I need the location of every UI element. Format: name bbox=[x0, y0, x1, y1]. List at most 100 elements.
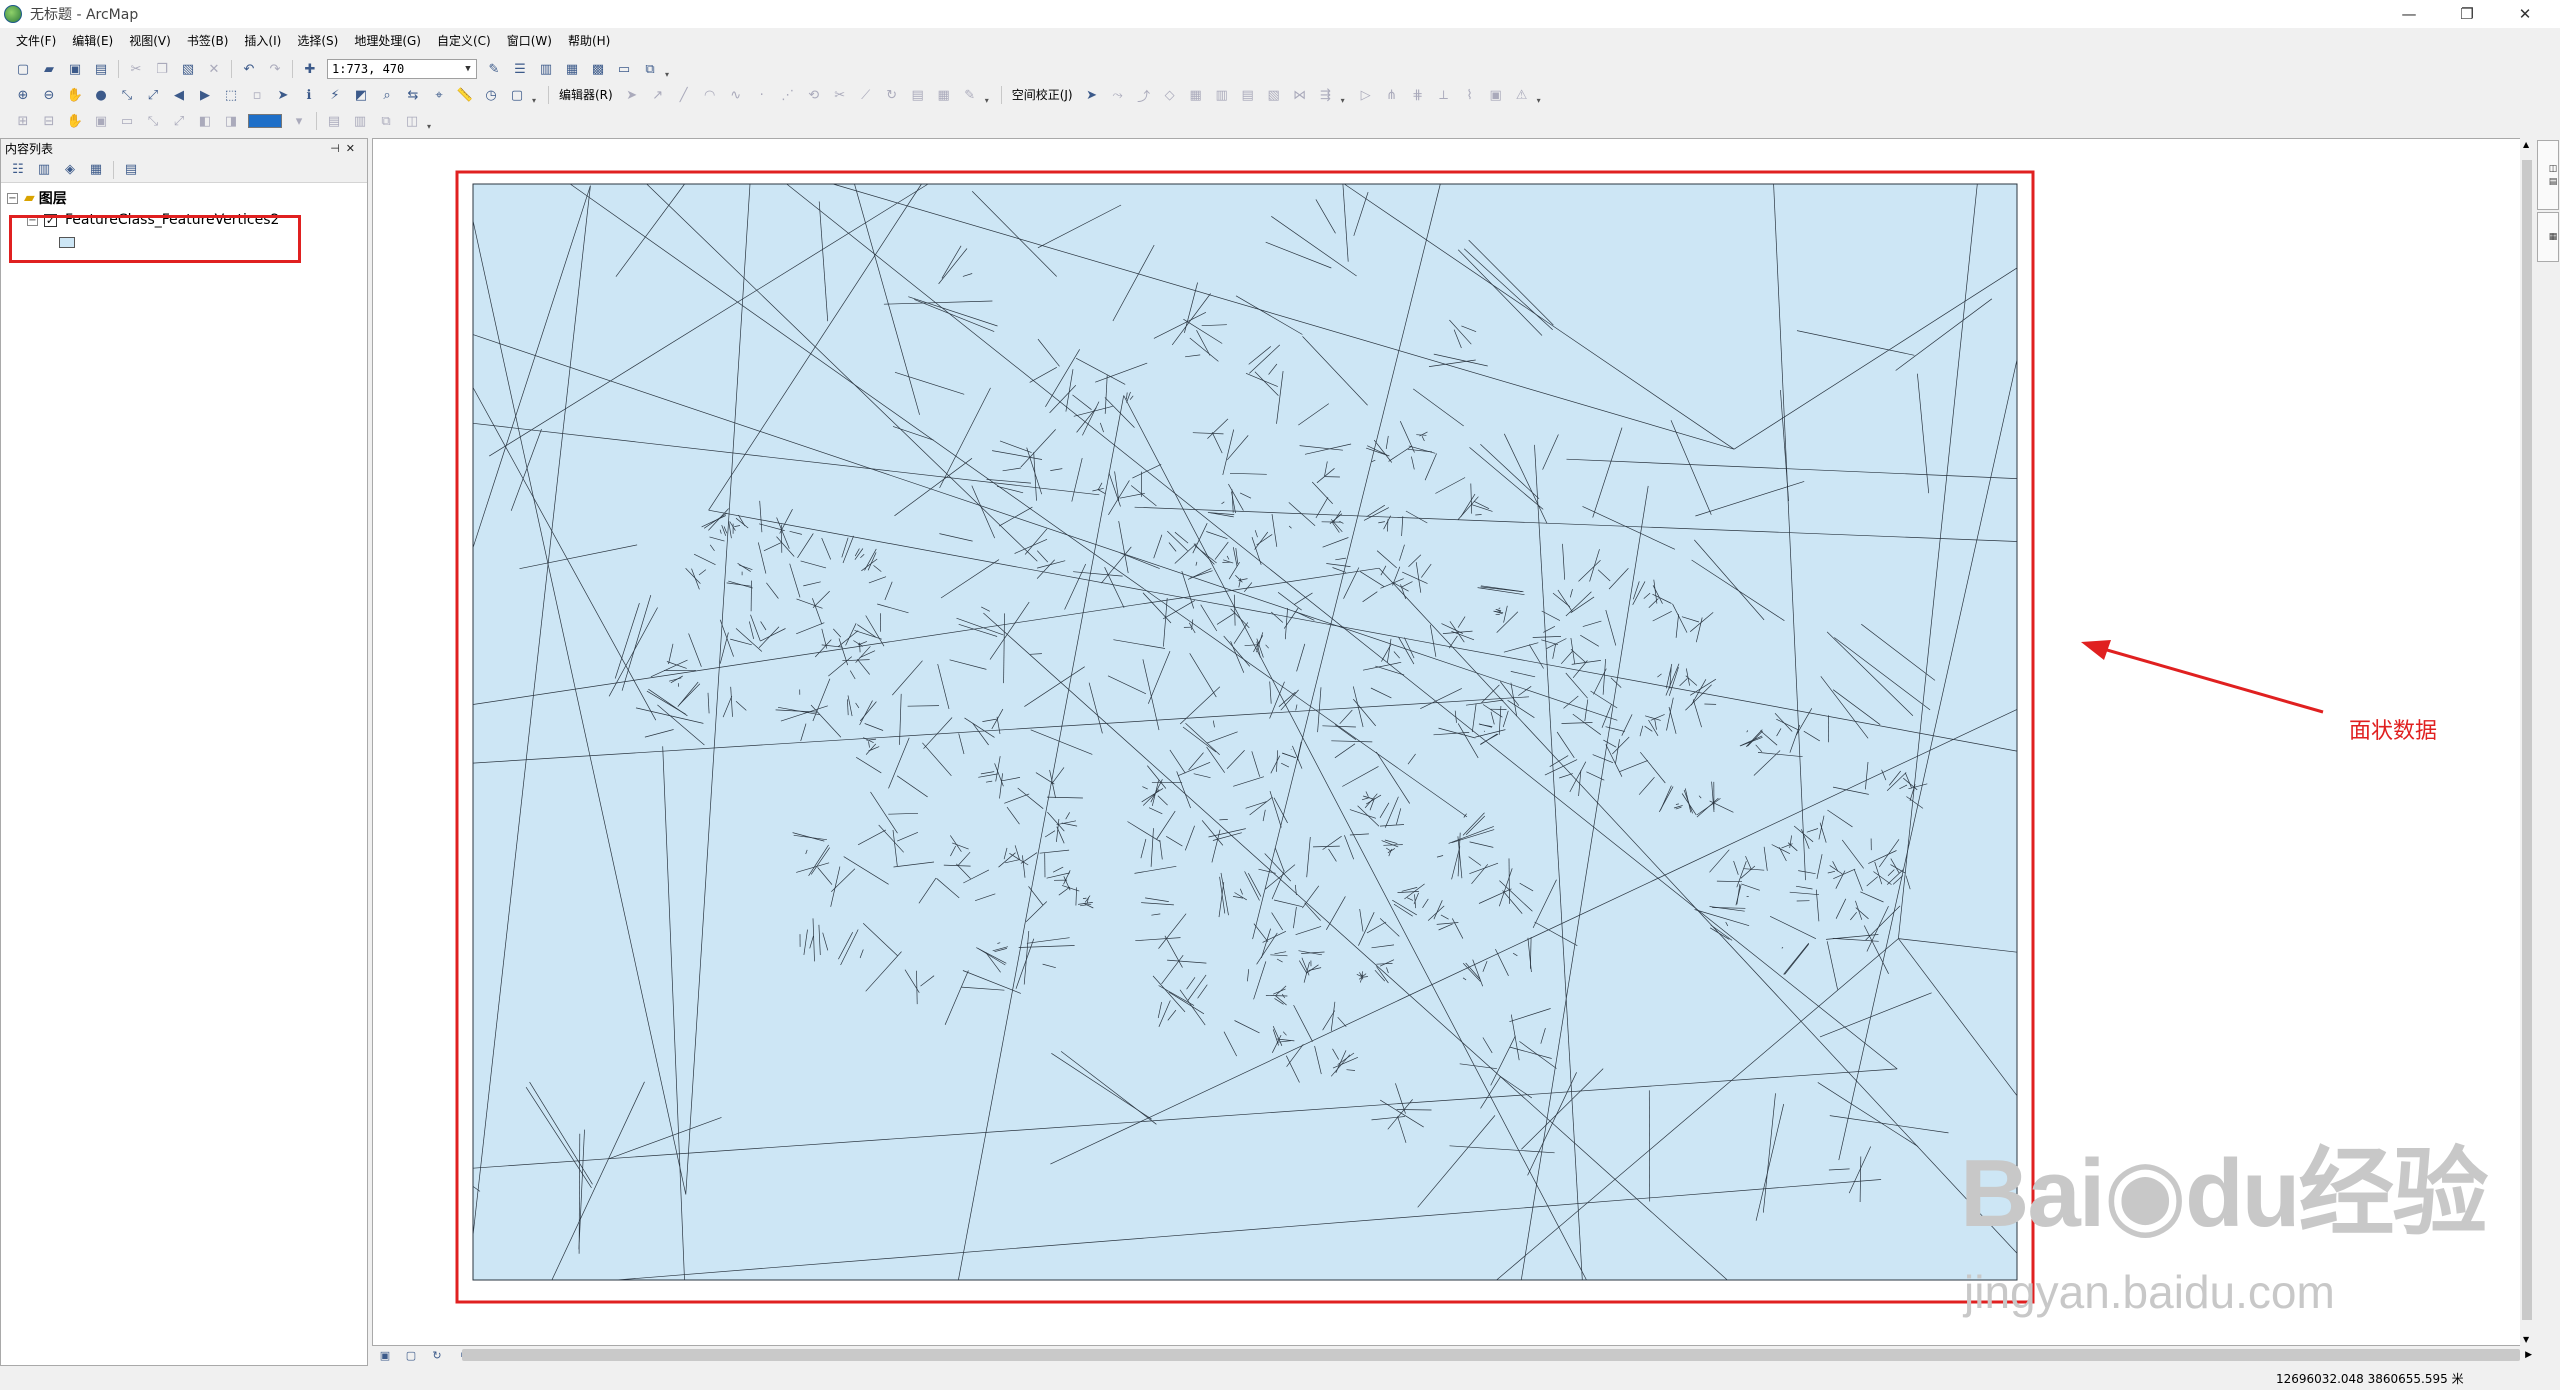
chevron-down-icon[interactable]: ▾ bbox=[289, 111, 309, 131]
point-icon[interactable]: · bbox=[752, 85, 772, 105]
split-icon[interactable]: ⟋ bbox=[856, 85, 876, 105]
collapse-icon[interactable]: − bbox=[7, 192, 18, 204]
search-window-icon[interactable]: ▦ bbox=[562, 59, 582, 79]
trace-icon[interactable]: ∿ bbox=[726, 85, 746, 105]
fill-color-swatch[interactable] bbox=[248, 114, 282, 128]
toolbar-grip[interactable]: ▾ bbox=[983, 85, 991, 105]
toolbar-grip[interactable]: ▾ bbox=[1535, 85, 1543, 105]
new-identity-link-icon[interactable]: ▥ bbox=[1212, 85, 1232, 105]
html-popup-icon[interactable]: ◩ bbox=[351, 85, 371, 105]
table-of-contents-icon[interactable]: ☰ bbox=[510, 59, 530, 79]
zoom-in-icon[interactable]: ⊕ bbox=[13, 85, 33, 105]
time-slider-icon[interactable]: ◷ bbox=[481, 85, 501, 105]
cut-polygons-icon[interactable]: ✂ bbox=[830, 85, 850, 105]
zoom-100-icon[interactable]: ▭ bbox=[117, 111, 137, 131]
change-layout-icon[interactable]: ⧉ bbox=[376, 111, 396, 131]
vertical-scroll-thumb[interactable] bbox=[2522, 160, 2532, 1320]
map-scale-combobox[interactable]: 1:773, 470 ▼ bbox=[327, 59, 477, 79]
menu-selection[interactable]: 选择(S) bbox=[289, 30, 346, 52]
menu-insert[interactable]: 插入(I) bbox=[236, 30, 289, 52]
select-elements-icon[interactable]: ➤ bbox=[1082, 85, 1102, 105]
endpoint-arc-icon[interactable]: ◠ bbox=[700, 85, 720, 105]
menu-view[interactable]: 视图(V) bbox=[121, 30, 179, 52]
focus-data-frame-icon[interactable]: ▥ bbox=[350, 111, 370, 131]
catalog-dock-tab[interactable]: ◫ ▤ bbox=[2537, 140, 2559, 210]
tree-row-root[interactable]: − ▰ 图层 bbox=[1, 187, 367, 209]
fixed-zoom-in-icon[interactable]: ⤡ bbox=[117, 85, 137, 105]
menu-bookmarks[interactable]: 书签(B) bbox=[179, 30, 237, 52]
data-driven-pages-icon[interactable]: ◫ bbox=[402, 111, 422, 131]
fixed-zoom-out-icon[interactable]: ⤢ bbox=[143, 85, 163, 105]
zoom-out-icon[interactable]: ⊖ bbox=[39, 85, 59, 105]
scroll-right-icon[interactable]: ▶ bbox=[2525, 1350, 2532, 1360]
align-edge-icon[interactable]: ⟂ bbox=[1434, 85, 1454, 105]
menu-file[interactable]: 文件(F) bbox=[8, 30, 64, 52]
menu-help[interactable]: 帮助(H) bbox=[560, 30, 618, 52]
select-elements-icon[interactable]: ➤ bbox=[273, 85, 293, 105]
identify-icon[interactable]: ℹ bbox=[299, 85, 319, 105]
list-by-visibility-icon[interactable]: ◈ bbox=[60, 160, 80, 180]
find-icon[interactable]: ⌕ bbox=[377, 85, 397, 105]
toolbar-grip[interactable]: ▾ bbox=[425, 111, 433, 131]
fixed-zoom-out-icon[interactable]: ⤢ bbox=[169, 111, 189, 131]
print-icon[interactable]: ▤ bbox=[91, 59, 111, 79]
add-data-icon[interactable]: ✚ bbox=[300, 59, 320, 79]
attributes-icon[interactable]: ▤ bbox=[908, 85, 928, 105]
copy-icon[interactable]: ❐ bbox=[152, 59, 172, 79]
create-viewer-icon[interactable]: ▢ bbox=[507, 85, 527, 105]
horizontal-scroll-thumb[interactable] bbox=[462, 1349, 2520, 1361]
model-builder-icon[interactable]: ⧉ bbox=[640, 59, 660, 79]
maximize-icon[interactable]: ❐ bbox=[2444, 0, 2490, 28]
back-extent-icon[interactable]: ◀ bbox=[169, 85, 189, 105]
clear-selection-icon[interactable]: ▫ bbox=[247, 85, 267, 105]
map-vertical-scrollbar[interactable]: ▲ ▼ bbox=[2520, 138, 2534, 1346]
toolbar-grip[interactable]: ▾ bbox=[530, 85, 538, 105]
edit-vertices-icon[interactable]: ⋰ bbox=[778, 85, 798, 105]
measure-icon[interactable]: 📏 bbox=[455, 85, 475, 105]
delete-icon[interactable]: ✕ bbox=[204, 59, 224, 79]
editor-toolbar-icon[interactable]: ✎ bbox=[484, 59, 504, 79]
reshape-icon[interactable]: ⟲ bbox=[804, 85, 824, 105]
paste-icon[interactable]: ▧ bbox=[178, 59, 198, 79]
refresh-icon[interactable]: ↻ bbox=[427, 1345, 447, 1365]
editor-menu[interactable]: 编辑器(R) bbox=[553, 85, 619, 105]
toc-pin-close-controls[interactable]: ⊣✕ bbox=[330, 142, 361, 155]
zoom-whole-page-icon[interactable]: ▣ bbox=[91, 111, 111, 131]
error-inspector-icon[interactable]: ⚠ bbox=[1512, 85, 1532, 105]
multiple-links-icon[interactable]: ◇ bbox=[1160, 85, 1180, 105]
find-route-icon[interactable]: ⇆ bbox=[403, 85, 423, 105]
map-topology-icon[interactable]: ⋔ bbox=[1382, 85, 1402, 105]
edit-tool-icon[interactable]: ➤ bbox=[622, 85, 642, 105]
new-limited-area-icon[interactable]: ▤ bbox=[1238, 85, 1258, 105]
edit-annotation-icon[interactable]: ↗ bbox=[648, 85, 668, 105]
undo-icon[interactable]: ↶ bbox=[239, 59, 259, 79]
toolbar-grip[interactable]: ▾ bbox=[1339, 85, 1347, 105]
list-by-drawing-order-icon[interactable]: ☷ bbox=[8, 160, 28, 180]
menu-window[interactable]: 窗口(W) bbox=[499, 30, 560, 52]
layout-zoom-out-icon[interactable]: ⊟ bbox=[39, 111, 59, 131]
catalog-icon[interactable]: ▥ bbox=[536, 59, 556, 79]
generalize-icon[interactable]: ⌇ bbox=[1460, 85, 1480, 105]
toc-options-icon[interactable]: ▤ bbox=[121, 160, 141, 180]
layout-view-icon[interactable]: ▢ bbox=[401, 1345, 421, 1365]
go-forward-extent-icon[interactable]: ◨ bbox=[221, 111, 241, 131]
view-link-table-icon[interactable]: ▦ bbox=[1186, 85, 1206, 105]
select-features-icon[interactable]: ⬚ bbox=[221, 85, 241, 105]
list-by-source-icon[interactable]: ▥ bbox=[34, 160, 54, 180]
arctoolbox-icon[interactable]: ▩ bbox=[588, 59, 608, 79]
open-folder-icon[interactable]: ▰ bbox=[39, 59, 59, 79]
redo-icon[interactable]: ↷ bbox=[265, 59, 285, 79]
full-extent-icon[interactable]: ● bbox=[91, 85, 111, 105]
python-window-icon[interactable]: ▭ bbox=[614, 59, 634, 79]
toggle-draft-icon[interactable]: ▤ bbox=[324, 111, 344, 131]
pan-icon[interactable]: ✋ bbox=[65, 85, 85, 105]
list-by-selection-icon[interactable]: ▦ bbox=[86, 160, 106, 180]
attribute-transfer-icon[interactable]: ⇶ bbox=[1316, 85, 1336, 105]
go-back-extent-icon[interactable]: ◧ bbox=[195, 111, 215, 131]
forward-extent-icon[interactable]: ▶ bbox=[195, 85, 215, 105]
scroll-down-icon[interactable]: ▼ bbox=[2523, 1335, 2529, 1344]
create-features-icon[interactable]: ✎ bbox=[960, 85, 980, 105]
scroll-up-icon[interactable]: ▲ bbox=[2523, 140, 2529, 149]
save-icon[interactable]: ▣ bbox=[65, 59, 85, 79]
modify-link-icon[interactable]: ⤴ bbox=[1134, 85, 1154, 105]
